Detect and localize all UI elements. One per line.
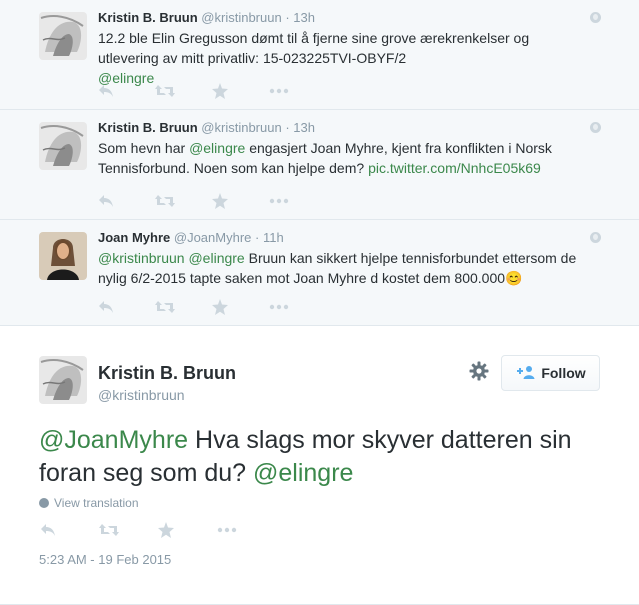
mention-link[interactable]: @elingre (189, 140, 245, 156)
tweet-actions (98, 193, 326, 209)
reply-icon[interactable] (98, 193, 155, 209)
conversation-thread: Kristin B. Bruun @kristinbruun · 13h 12.… (0, 0, 639, 605)
retweet-icon[interactable] (155, 83, 212, 99)
reply-icon[interactable] (40, 522, 99, 538)
more-icon[interactable] (269, 83, 326, 99)
tweet-text: @JoanMyhre Hva slags mor skyver datteren… (39, 424, 609, 490)
fullname[interactable]: Kristin B. Bruun (98, 10, 198, 25)
view-translation-label: View translation (54, 496, 139, 510)
tweet-text: @kristinbruun @elingre Bruun kan sikkert… (98, 248, 591, 288)
tweet-header: Kristin B. Bruun @kristinbruun · 13h (98, 10, 591, 26)
reply-tweet[interactable]: Kristin B. Bruun @kristinbruun · 13h Som… (0, 110, 639, 220)
tweet-header: Kristin B. Bruun @kristinbruun · 13h (98, 120, 591, 136)
retweet-icon[interactable] (155, 193, 212, 209)
avatar[interactable] (39, 356, 87, 404)
gear-icon[interactable] (469, 361, 489, 381)
more-icon[interactable] (269, 299, 326, 315)
more-icon[interactable] (217, 522, 276, 538)
tweet-header: Joan Myhre @JoanMyhre · 11h (98, 230, 591, 246)
tweet-text: 12.2 ble Elin Gregusson dømt til å fjern… (98, 28, 591, 88)
favorite-icon[interactable] (212, 193, 269, 209)
tweet-timestamp[interactable]: 5:23 AM - 19 Feb 2015 (39, 552, 171, 567)
timestamp[interactable]: 13h (293, 120, 315, 135)
fullname[interactable]: Kristin B. Bruun (98, 362, 236, 384)
reply-icon[interactable] (98, 83, 155, 99)
avatar[interactable] (39, 232, 87, 280)
reply-tweet[interactable]: Joan Myhre @JoanMyhre · 11h @kristinbruu… (0, 220, 639, 326)
tweet-actions (40, 522, 276, 538)
reply-icon[interactable] (98, 299, 155, 315)
separator: · (255, 230, 260, 245)
more-icon[interactable] (269, 193, 326, 209)
reply-tweet[interactable]: Kristin B. Bruun @kristinbruun · 13h 12.… (0, 0, 639, 110)
mention-link[interactable]: @kristinbruun (98, 250, 185, 266)
retweet-icon[interactable] (99, 522, 158, 538)
retweet-icon[interactable] (155, 299, 212, 315)
follow-user-icon (515, 365, 535, 382)
favorite-icon[interactable] (212, 83, 269, 99)
separator: · (285, 120, 290, 135)
username[interactable]: @kristinbruun (201, 10, 281, 25)
mention-link[interactable]: @JoanMyhre (39, 426, 188, 454)
favorite-icon[interactable] (212, 299, 269, 315)
timestamp[interactable]: 13h (293, 10, 315, 25)
tweet-text: Som hevn har @elingre engasjert Joan Myh… (98, 138, 591, 178)
follow-label: Follow (541, 365, 586, 381)
media-link[interactable]: pic.twitter.com/NnhcE05k69 (368, 160, 541, 176)
fullname[interactable]: Joan Myhre (98, 230, 170, 245)
username[interactable]: @kristinbruun (98, 386, 185, 404)
smiley-emoji: 😊 (505, 270, 523, 286)
timestamp[interactable]: 11h (263, 230, 284, 245)
username[interactable]: @JoanMyhre (174, 230, 252, 245)
tweet-text-body: Som hevn har (98, 140, 190, 156)
avatar[interactable] (39, 12, 87, 60)
tweet-actions (98, 299, 326, 315)
fullname[interactable]: Kristin B. Bruun (98, 120, 198, 135)
globe-icon (39, 498, 49, 508)
tweet-actions (98, 83, 326, 99)
tweet-text-body: 12.2 ble Elin Gregusson dømt til å fjern… (98, 30, 530, 66)
globe-icon (590, 12, 601, 23)
favorite-icon[interactable] (158, 522, 217, 538)
follow-button[interactable]: Follow (501, 355, 600, 391)
mention-link[interactable]: @elingre (253, 459, 353, 487)
globe-icon (590, 232, 601, 243)
separator: · (285, 10, 290, 25)
globe-icon (590, 122, 601, 133)
username[interactable]: @kristinbruun (201, 120, 281, 135)
mention-link[interactable]: @elingre (188, 250, 244, 266)
view-translation[interactable]: View translation (39, 496, 139, 510)
avatar[interactable] (39, 122, 87, 170)
permalink-tweet: Kristin B. Bruun @kristinbruun Follow @J… (0, 326, 639, 605)
